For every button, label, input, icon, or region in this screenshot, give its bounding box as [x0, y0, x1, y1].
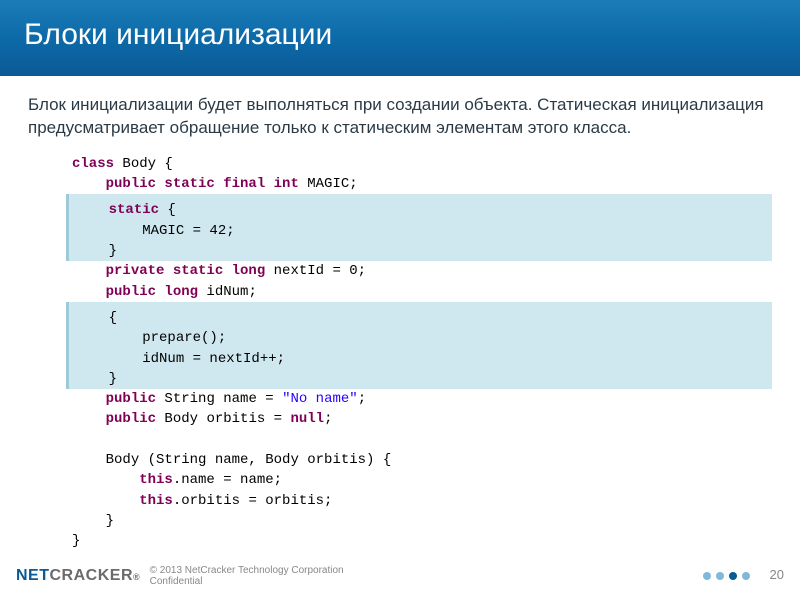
copyright-line2: Confidential [150, 576, 344, 587]
footer: NETCRACKER® © 2013 NetCracker Technology… [0, 558, 800, 594]
code-line: public Body orbitis = null; [72, 409, 772, 429]
pagination-dots [703, 572, 750, 580]
code-line: class Body { [72, 154, 772, 174]
code-line-highlighted: MAGIC = 42; [66, 221, 772, 241]
code-line-highlighted: } [66, 369, 772, 389]
code-line: public long idNum; [72, 282, 772, 302]
code-line: private static long nextId = 0; [72, 261, 772, 281]
code-line: Body (String name, Body orbitis) { [72, 450, 772, 470]
page-number: 20 [770, 567, 784, 582]
dot-icon [716, 572, 724, 580]
code-block: class Body { public static final int MAG… [28, 154, 772, 552]
code-line-highlighted: { [66, 308, 772, 328]
copyright: © 2013 NetCracker Technology Corporation… [150, 565, 344, 587]
logo-registered: ® [133, 572, 140, 582]
title-bar: Блоки инициализации [0, 0, 800, 76]
slide-title: Блоки инициализации [24, 18, 776, 52]
code-line: public static final int MAGIC; [72, 174, 772, 194]
code-line: this.orbitis = orbitis; [72, 491, 772, 511]
slide-content: Блок инициализации будет выполняться при… [0, 76, 800, 552]
code-line-highlighted: static { [66, 200, 772, 220]
code-line: public String name = "No name"; [72, 389, 772, 409]
code-line: } [72, 531, 772, 551]
logo-cracker: CRACKER [50, 567, 134, 585]
copyright-line1: © 2013 NetCracker Technology Corporation [150, 565, 344, 576]
dot-icon [703, 572, 711, 580]
code-line-highlighted: idNum = nextId++; [66, 349, 772, 369]
logo: NETCRACKER® [16, 567, 140, 585]
code-line [72, 430, 772, 450]
intro-text: Блок инициализации будет выполняться при… [28, 94, 772, 140]
code-line-highlighted: prepare(); [66, 328, 772, 348]
logo-net: NET [16, 567, 50, 585]
code-line: this.name = name; [72, 470, 772, 490]
dot-icon [742, 572, 750, 580]
code-line: } [72, 511, 772, 531]
code-line-highlighted: } [66, 241, 772, 261]
dot-icon-active [729, 572, 737, 580]
